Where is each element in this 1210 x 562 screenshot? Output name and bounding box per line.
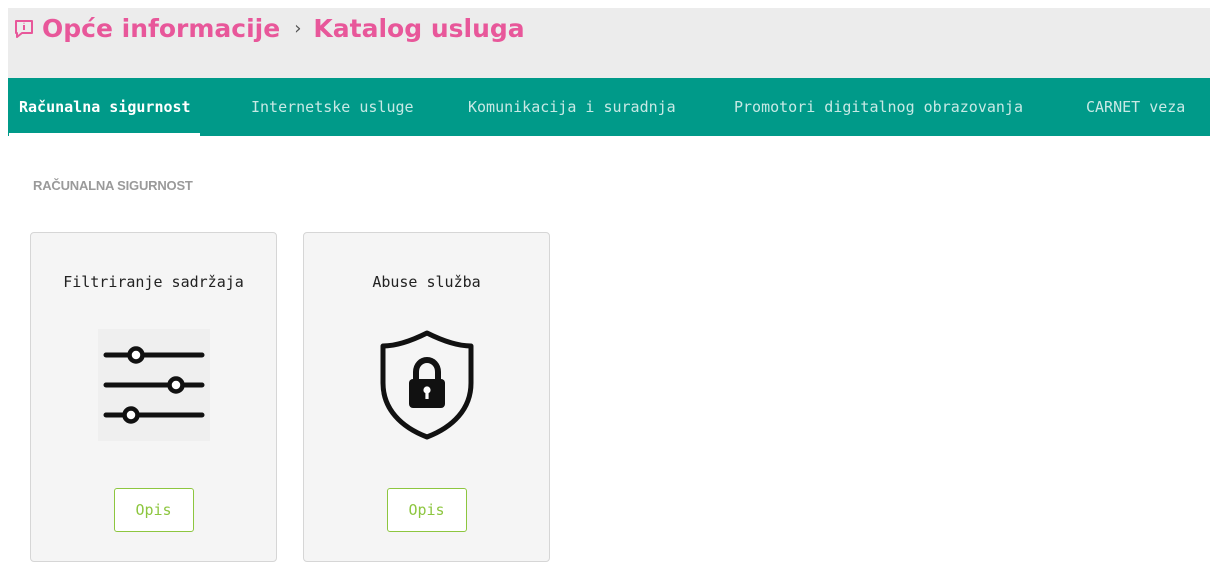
tab-bar: Računalna sigurnost Internetske usluge K… <box>8 78 1210 136</box>
info-icon <box>12 17 36 41</box>
service-card-abuse[interactable]: Abuse služba Opis <box>303 232 550 562</box>
breadcrumb: Opće informacije › Katalog usluga <box>12 14 525 43</box>
card-title: Abuse služba <box>372 273 481 291</box>
breadcrumb-parent-link[interactable]: Opće informacije <box>42 14 280 43</box>
service-card-filtriranje[interactable]: Filtriranje sadržaja Opis <box>30 232 277 562</box>
tab-promotori-digitalnog-obrazovanja[interactable]: Promotori digitalnog obrazovanja <box>734 78 1023 136</box>
sliders-icon <box>97 329 210 445</box>
shield-lock-icon <box>371 329 483 445</box>
header-bar: Opće informacije › Katalog usluga <box>8 8 1210 78</box>
opis-button[interactable]: Opis <box>113 488 194 532</box>
tab-internetske-usluge[interactable]: Internetske usluge <box>251 78 414 136</box>
chevron-right-icon: › <box>294 18 302 39</box>
card-title: Filtriranje sadržaja <box>63 273 244 291</box>
tab-komunikacija-i-suradnja[interactable]: Komunikacija i suradnja <box>468 78 676 136</box>
opis-button[interactable]: Opis <box>386 488 467 532</box>
section-title: RAČUNALNA SIGURNOST <box>33 178 193 193</box>
tab-carnet-veza[interactable]: CARNET veza <box>1086 78 1185 136</box>
breadcrumb-current: Katalog usluga <box>313 14 525 43</box>
tab-racunalna-sigurnost[interactable]: Računalna sigurnost <box>9 78 200 136</box>
